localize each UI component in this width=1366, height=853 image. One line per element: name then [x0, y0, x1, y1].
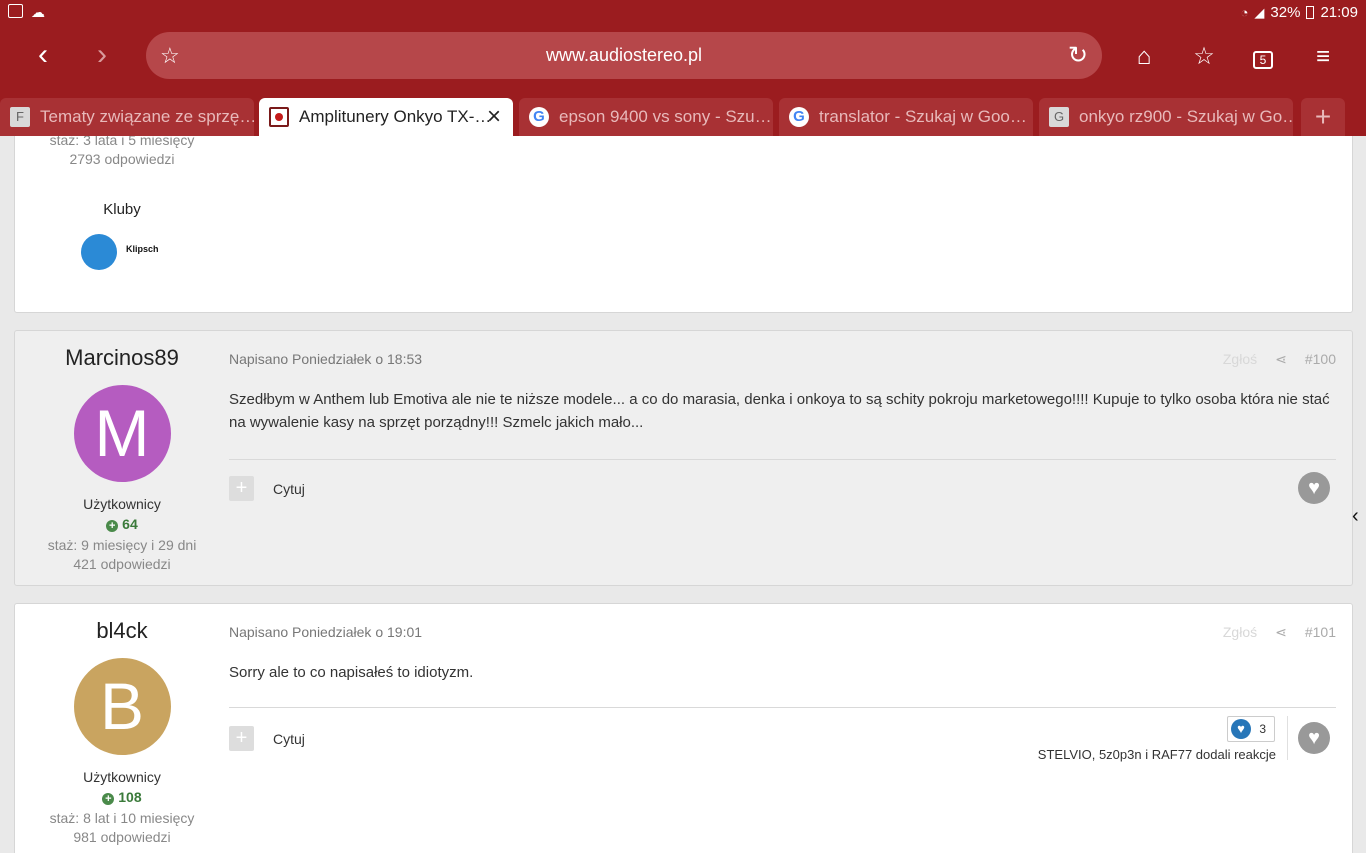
- tab-label: Amplitunery Onkyo TX-…: [299, 107, 492, 126]
- post-timestamp[interactable]: Napisano Poniedziałek o 18:53: [229, 351, 422, 367]
- author-tenure: staż: 8 lat i 10 miesięcy: [49, 810, 195, 826]
- favicon-g-icon: G: [1049, 107, 1069, 127]
- tab-4[interactable]: G translator - Szukaj w Goo…: [779, 98, 1033, 136]
- google-icon: G: [789, 107, 809, 127]
- reputation-value: 64: [122, 516, 138, 532]
- like-heart-icon[interactable]: ♥: [1298, 472, 1330, 504]
- author-replies: 2793 odpowiedzi: [69, 151, 175, 167]
- plus-circle-icon: +: [106, 520, 119, 532]
- post-number[interactable]: #101: [1305, 624, 1336, 641]
- divider: [1287, 716, 1288, 760]
- reaction-summary[interactable]: ♥ 3: [1227, 716, 1275, 742]
- share-icon[interactable]: ⋖: [1275, 351, 1287, 368]
- reputation-badge: + 108: [15, 789, 229, 805]
- post-divider: [229, 459, 1336, 460]
- post-tools: Zgłoś ⋖ #100: [1223, 351, 1336, 368]
- quote-button[interactable]: Cytuj: [273, 481, 305, 497]
- author-name[interactable]: Marcinos89: [15, 345, 229, 371]
- author-tenure: staż: 9 miesięcy i 29 dni: [47, 537, 197, 553]
- tab-strip: F Tematy związane ze sprzę… Amplitunery …: [0, 98, 1366, 136]
- reacted-by-text[interactable]: STELVIO, 5z0p3n i RAF77 dodali reakcje: [1038, 747, 1276, 762]
- previous-post-card: staż: 3 lata i 5 miesięcy 2793 odpowiedz…: [14, 136, 1353, 313]
- quote-button[interactable]: Cytuj: [273, 731, 305, 747]
- new-tab-button[interactable]: +: [1301, 98, 1345, 136]
- reaction-count: 3: [1259, 722, 1266, 736]
- avatar[interactable]: B: [73, 658, 171, 755]
- wifi-icon: ◔: [1240, 5, 1249, 20]
- favicon-f-icon: F: [10, 107, 30, 127]
- heart-reaction-icon: ♥: [1231, 719, 1251, 739]
- bookmarks-icon[interactable]: ☆: [1187, 40, 1221, 74]
- club-klipsch-logo[interactable]: Klipsch: [126, 244, 159, 254]
- tab-label: translator - Szukaj w Goo…: [819, 107, 1027, 126]
- home-icon[interactable]: ⌂: [1127, 40, 1161, 74]
- tab-3[interactable]: G epson 9400 vs sony - Szu…: [519, 98, 773, 136]
- gallery-icon: [8, 4, 23, 18]
- author-tenure: staż: 3 lata i 5 miesięcy: [49, 136, 195, 148]
- back-arrow-icon[interactable]: ‹: [26, 38, 60, 72]
- favicon-site-icon: [269, 107, 289, 127]
- multiquote-button[interactable]: +: [229, 476, 254, 501]
- post-card: bl4ck B Użytkownicy + 108 staż: 8 lat i …: [14, 603, 1353, 853]
- post-tools: Zgłoś ⋖ #101: [1223, 624, 1336, 641]
- page-content: staż: 3 lata i 5 miesięcy 2793 odpowiedz…: [0, 136, 1366, 853]
- author-replies: 981 odpowiedzi: [73, 829, 171, 845]
- multiquote-button[interactable]: +: [229, 726, 254, 751]
- post-divider: [229, 707, 1336, 708]
- tab-2-active[interactable]: Amplitunery Onkyo TX-… ×: [259, 98, 513, 136]
- tabs-icon[interactable]: 5: [1246, 40, 1280, 74]
- post-number[interactable]: #100: [1305, 351, 1336, 368]
- author-panel: staż: 3 lata i 5 miesięcy 2793 odpowiedz…: [15, 136, 229, 270]
- author-replies: 421 odpowiedzi: [73, 556, 171, 572]
- club-badges: Klipsch: [15, 230, 229, 270]
- author-panel: Marcinos89 M Użytkownicy + 64 staż: 9 mi…: [15, 331, 229, 574]
- reload-icon[interactable]: ↻: [1068, 41, 1088, 70]
- post-timestamp[interactable]: Napisano Poniedziałek o 19:01: [229, 624, 422, 640]
- tab-1[interactable]: F Tematy związane ze sprzę…: [0, 98, 254, 136]
- author-panel: bl4ck B Użytkownicy + 108 staż: 8 lat i …: [15, 604, 229, 847]
- battery-icon: [1306, 6, 1315, 19]
- forward-arrow-icon[interactable]: ›: [85, 38, 119, 72]
- author-role: Użytkownicy: [83, 769, 161, 785]
- author-name[interactable]: bl4ck: [15, 618, 229, 644]
- side-panel-chevron-icon[interactable]: ‹: [1352, 502, 1366, 530]
- tab-count: 5: [1253, 51, 1273, 69]
- reputation-badge: + 64: [15, 516, 229, 532]
- avatar[interactable]: M: [73, 385, 171, 482]
- url-text[interactable]: www.audiostereo.pl: [146, 45, 1102, 66]
- clubs-label: Kluby: [103, 201, 141, 218]
- signal-icon: ◢: [1254, 4, 1265, 20]
- tab-5[interactable]: G onkyo rz900 - Szukaj w Go…: [1039, 98, 1293, 136]
- report-link[interactable]: Zgłoś: [1223, 624, 1257, 641]
- reputation-value: 108: [118, 789, 142, 805]
- author-role: Użytkownicy: [83, 496, 161, 512]
- clock: 21:09: [1320, 4, 1358, 21]
- google-icon: G: [529, 107, 549, 127]
- post-body: Szedłbym w Anthem lub Emotiva ale nie te…: [229, 391, 1330, 431]
- report-link[interactable]: Zgłoś: [1223, 351, 1257, 368]
- battery-level: 32%: [1270, 4, 1301, 21]
- plus-circle-icon: +: [102, 793, 115, 805]
- tab-label: Tematy związane ze sprzę…: [40, 107, 254, 126]
- browser-chrome: ☁ ◔ ◢ 32% 21:09 ‹ › ☆ www.audiostereo.pl…: [0, 0, 1366, 136]
- address-bar[interactable]: ☆ www.audiostereo.pl ↻: [146, 32, 1102, 79]
- close-tab-icon[interactable]: ×: [487, 98, 501, 136]
- tab-label: onkyo rz900 - Szukaj w Go…: [1079, 107, 1293, 126]
- share-icon[interactable]: ⋖: [1275, 624, 1287, 641]
- post-body: Sorry ale to co napisałeś to idiotyzm.: [229, 664, 474, 681]
- status-bar: ☁ ◔ ◢ 32% 21:09: [0, 0, 1366, 26]
- like-heart-icon[interactable]: ♥: [1298, 722, 1330, 754]
- club-logo-icon[interactable]: [81, 234, 117, 270]
- post-card: Marcinos89 M Użytkownicy + 64 staż: 9 mi…: [14, 330, 1353, 586]
- tab-label: epson 9400 vs sony - Szu…: [559, 107, 772, 126]
- menu-icon[interactable]: ≡: [1306, 40, 1340, 74]
- notification-icon: ☁: [31, 4, 45, 20]
